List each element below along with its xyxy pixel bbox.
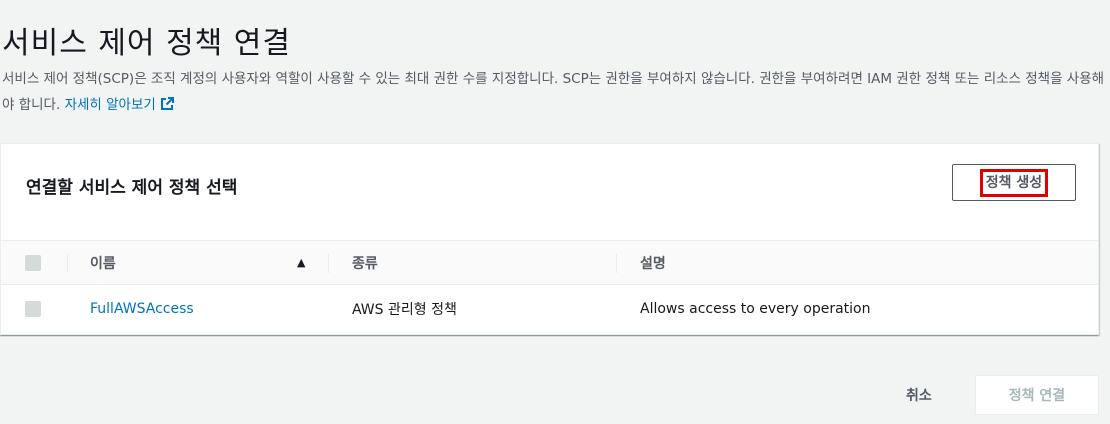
external-link-icon [160, 97, 174, 110]
attach-policy-label: 정책 연결 [1008, 388, 1066, 404]
column-header-type[interactable]: 종류 [352, 241, 378, 284]
attach-policy-button[interactable]: 정책 연결 [975, 375, 1099, 415]
create-policy-button[interactable]: 정책 생성 [952, 164, 1076, 201]
column-header-type-label: 종류 [352, 255, 378, 272]
table-header: 이름 ▲ 종류 설명 [1, 240, 1098, 285]
learn-more-label: 자세히 알아보기 [64, 97, 156, 113]
page-description: 서비스 제어 정책(SCP)은 조직 계정의 사용자와 역할이 사용할 수 있는… [2, 66, 1106, 118]
policy-description-cell: Allows access to every operation [640, 285, 870, 333]
select-all-cell [25, 241, 41, 284]
column-divider [328, 254, 329, 273]
row-checkbox[interactable] [25, 301, 41, 317]
policy-table: 이름 ▲ 종류 설명 FullAWSAccess AWS 관리형 정책 Allo… [1, 240, 1098, 333]
policy-description: Allows access to every operation [640, 301, 871, 317]
create-policy-label: 정책 생성 [979, 168, 1049, 197]
learn-more-link[interactable]: 자세히 알아보기 [65, 97, 174, 113]
table-row[interactable]: FullAWSAccess AWS 관리형 정책 Allows access t… [1, 285, 1098, 333]
sort-ascending-icon[interactable]: ▲ [297, 241, 305, 284]
cancel-label: 취소 [906, 388, 932, 404]
page-title: 서비스 제어 정책 연결 [2, 26, 292, 61]
column-header-description[interactable]: 설명 [640, 241, 666, 284]
policy-type: AWS 관리형 정책 [352, 302, 457, 318]
column-divider [616, 254, 617, 273]
policy-select-panel: 연결할 서비스 제어 정책 선택 정책 생성 이름 ▲ 종류 설명 FullAW… [0, 143, 1099, 335]
policy-name-cell: FullAWSAccess [90, 285, 194, 333]
cancel-button[interactable]: 취소 [906, 383, 932, 407]
column-header-description-label: 설명 [640, 255, 666, 272]
column-header-name[interactable]: 이름 [90, 241, 116, 284]
policy-name-link[interactable]: FullAWSAccess [90, 301, 194, 317]
panel-title: 연결할 서비스 제어 정책 선택 [26, 178, 238, 198]
column-divider [67, 254, 68, 273]
column-header-name-label: 이름 [90, 255, 116, 272]
row-select-cell [25, 285, 41, 333]
policy-type-cell: AWS 관리형 정책 [352, 285, 457, 333]
select-all-checkbox[interactable] [25, 254, 41, 271]
